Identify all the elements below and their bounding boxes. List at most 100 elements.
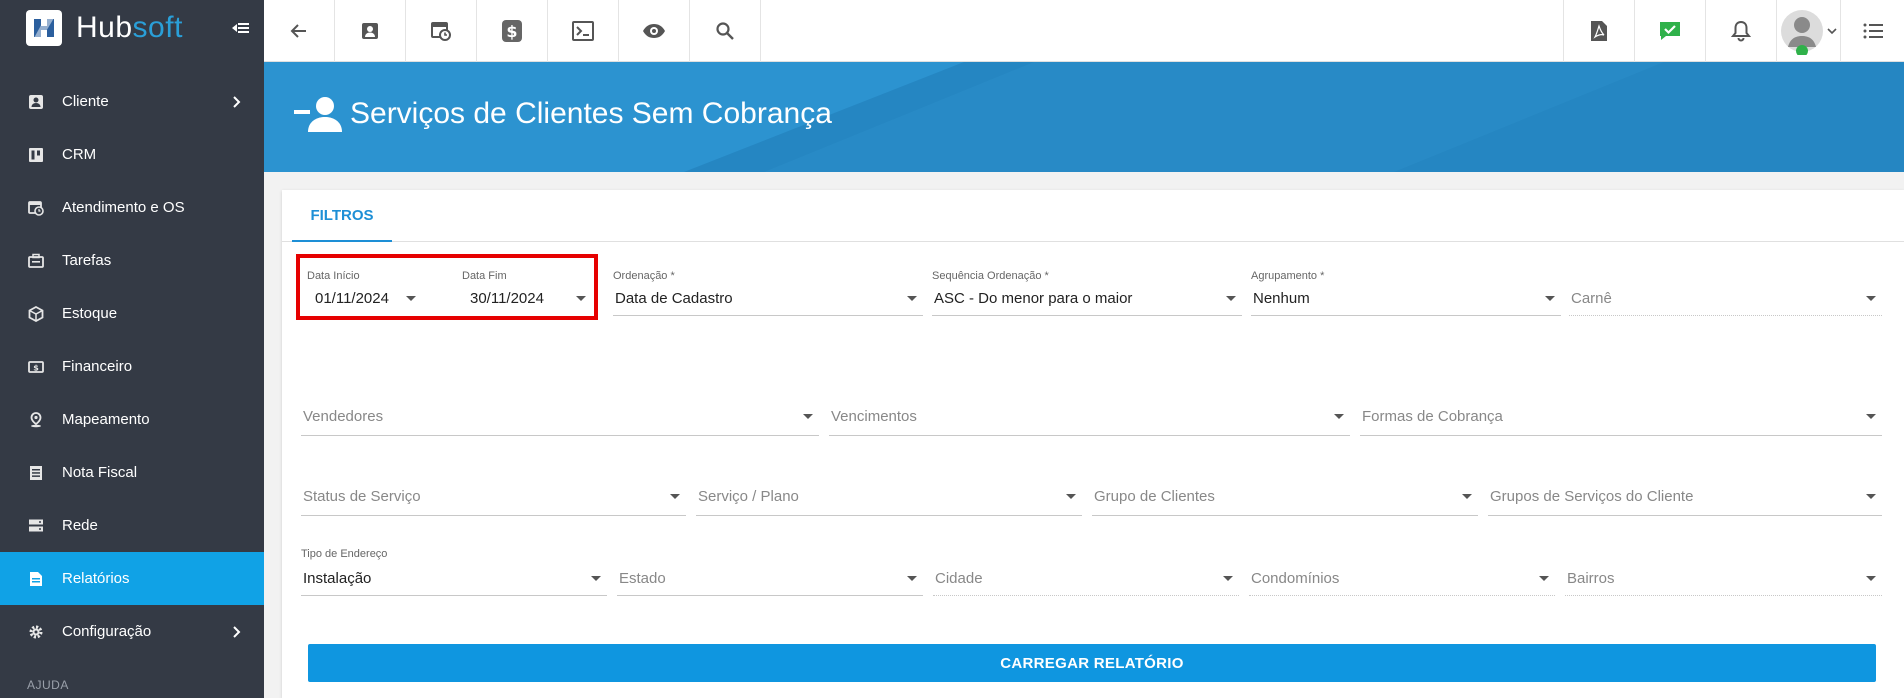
user-menu-button[interactable] bbox=[1776, 0, 1840, 62]
terminal-shortcut-button[interactable] bbox=[548, 0, 619, 62]
logo[interactable]: Hubsoft bbox=[0, 0, 264, 55]
tipo-endereco-select[interactable]: Tipo de Endereço Instalação bbox=[301, 548, 607, 596]
contact-card-icon bbox=[27, 93, 45, 111]
caret-down-icon bbox=[1226, 296, 1236, 301]
ordenacao-select[interactable]: Ordenação * Data de Cadastro bbox=[613, 270, 923, 316]
menu-list-button[interactable] bbox=[1840, 0, 1904, 62]
agrupamento-select[interactable]: Agrupamento * Nenhum bbox=[1251, 270, 1561, 316]
sidebar-item-label: Relatórios bbox=[62, 570, 130, 587]
status-servico-select[interactable]: Status de Serviço bbox=[301, 488, 686, 516]
field-placeholder: Carnê bbox=[1571, 290, 1612, 307]
sidebar: Hubsoft Cliente CRM Atendimento e OS Tar… bbox=[0, 0, 264, 698]
notifications-button[interactable] bbox=[1705, 0, 1776, 62]
pdf-file-icon bbox=[1591, 21, 1607, 41]
bell-icon bbox=[1731, 20, 1751, 42]
sequencia-ordenacao-select[interactable]: Sequência Ordenação * ASC - Do menor par… bbox=[932, 270, 1242, 316]
map-pin-icon bbox=[27, 411, 45, 429]
sidebar-item-estoque[interactable]: Estoque bbox=[0, 287, 264, 340]
data-inicio-field[interactable]: Data Início 01/11/2024 bbox=[307, 270, 422, 310]
caret-down-icon bbox=[406, 296, 416, 301]
field-underline bbox=[1249, 595, 1555, 596]
field-underline bbox=[613, 315, 923, 316]
sidebar-item-rede[interactable]: Rede bbox=[0, 499, 264, 552]
clients-shortcut-button[interactable] bbox=[335, 0, 406, 62]
load-report-button[interactable]: CARREGAR RELATÓRIO bbox=[308, 644, 1876, 682]
filters-card: FILTROS Data Início 01/11/2024 Data Fim … bbox=[282, 190, 1904, 698]
field-value: 01/11/2024 bbox=[315, 290, 389, 307]
terminal-icon bbox=[572, 21, 594, 41]
condominios-select[interactable]: Condomínios bbox=[1249, 570, 1555, 596]
grupos-servicos-select[interactable]: Grupos de Serviços do Cliente bbox=[1488, 488, 1882, 516]
field-value: Data de Cadastro bbox=[615, 290, 733, 307]
bairros-select[interactable]: Bairros bbox=[1565, 570, 1882, 596]
svg-text:$: $ bbox=[33, 363, 39, 372]
field-placeholder: Serviço / Plano bbox=[698, 488, 799, 505]
report-icon bbox=[27, 570, 45, 588]
contact-card-icon bbox=[362, 23, 378, 39]
view-shortcut-button[interactable] bbox=[619, 0, 690, 62]
sidebar-item-atendimento[interactable]: Atendimento e OS bbox=[0, 181, 264, 234]
sidebar-item-tarefas[interactable]: Tarefas bbox=[0, 234, 264, 287]
sidebar-item-label: Configuração bbox=[62, 623, 152, 640]
field-value: Instalação bbox=[303, 570, 372, 587]
sidebar-item-nota-fiscal[interactable]: Nota Fiscal bbox=[0, 446, 264, 499]
field-value: Nenhum bbox=[1253, 290, 1310, 307]
field-underline bbox=[829, 435, 1350, 436]
vendedores-select[interactable]: Vendedores bbox=[301, 408, 819, 436]
caret-down-icon bbox=[1462, 494, 1472, 499]
search-button[interactable] bbox=[690, 0, 761, 62]
receipt-icon bbox=[27, 464, 45, 482]
field-underline bbox=[1488, 515, 1882, 516]
formas-cobranca-select[interactable]: Formas de Cobrança bbox=[1360, 408, 1882, 436]
chevron-right-icon bbox=[232, 625, 242, 639]
appointments-shortcut-button[interactable] bbox=[406, 0, 477, 62]
svg-text:$: $ bbox=[506, 22, 517, 41]
tab-filtros[interactable]: FILTROS bbox=[292, 190, 392, 242]
carne-select[interactable]: Carnê bbox=[1569, 270, 1882, 316]
arrow-left-icon bbox=[290, 24, 306, 38]
tab-bar: FILTROS bbox=[282, 190, 1904, 242]
hubsoft-logo-icon bbox=[26, 9, 62, 46]
caret-down-icon bbox=[803, 414, 813, 419]
estado-select[interactable]: Estado bbox=[617, 570, 923, 596]
chevron-down-icon bbox=[1826, 28, 1837, 35]
field-underline bbox=[1565, 595, 1882, 596]
sidebar-item-label: Atendimento e OS bbox=[62, 199, 185, 216]
field-label: Data Início bbox=[307, 270, 360, 282]
sidebar-item-cliente[interactable]: Cliente bbox=[0, 75, 264, 128]
sidebar-nav: Cliente CRM Atendimento e OS Tarefas Est… bbox=[0, 75, 264, 658]
sidebar-item-label: Cliente bbox=[62, 93, 109, 110]
back-button[interactable] bbox=[264, 0, 335, 62]
field-underline bbox=[696, 515, 1082, 516]
sidebar-item-mapeamento[interactable]: Mapeamento bbox=[0, 393, 264, 446]
kanban-icon bbox=[27, 146, 45, 164]
cidade-select[interactable]: Cidade bbox=[933, 570, 1239, 596]
sidebar-item-label: Estoque bbox=[62, 305, 118, 322]
topbar: $ bbox=[264, 0, 1904, 62]
collapse-menu-icon[interactable] bbox=[230, 18, 250, 38]
field-placeholder: Grupos de Serviços do Cliente bbox=[1490, 488, 1694, 505]
avatar bbox=[1780, 10, 1823, 55]
field-underline bbox=[932, 315, 1242, 316]
sidebar-item-relatorios[interactable]: Relatórios bbox=[0, 552, 264, 605]
briefcase-icon bbox=[27, 252, 45, 270]
vencimentos-select[interactable]: Vencimentos bbox=[829, 408, 1350, 436]
field-underline bbox=[301, 435, 819, 436]
sidebar-item-crm[interactable]: CRM bbox=[0, 128, 264, 181]
pdf-export-button[interactable] bbox=[1563, 0, 1634, 62]
sidebar-item-configuracao[interactable]: Configuração bbox=[0, 605, 264, 658]
tasks-check-button[interactable] bbox=[1634, 0, 1705, 62]
field-underline bbox=[301, 595, 607, 596]
servico-plano-select[interactable]: Serviço / Plano bbox=[696, 488, 1082, 516]
calendar-clock-icon bbox=[27, 199, 45, 217]
field-placeholder: Vendedores bbox=[303, 408, 384, 425]
grupo-clientes-select[interactable]: Grupo de Clientes bbox=[1092, 488, 1478, 516]
finance-shortcut-button[interactable]: $ bbox=[477, 0, 548, 62]
field-label: Sequência Ordenação * bbox=[932, 270, 1049, 282]
caret-down-icon bbox=[576, 296, 586, 301]
sidebar-item-financeiro[interactable]: $ Financeiro bbox=[0, 340, 264, 393]
data-fim-field[interactable]: Data Fim 30/11/2024 bbox=[462, 270, 592, 310]
check-message-icon bbox=[1660, 22, 1680, 40]
eye-icon bbox=[643, 24, 665, 38]
caret-down-icon bbox=[1066, 494, 1076, 499]
